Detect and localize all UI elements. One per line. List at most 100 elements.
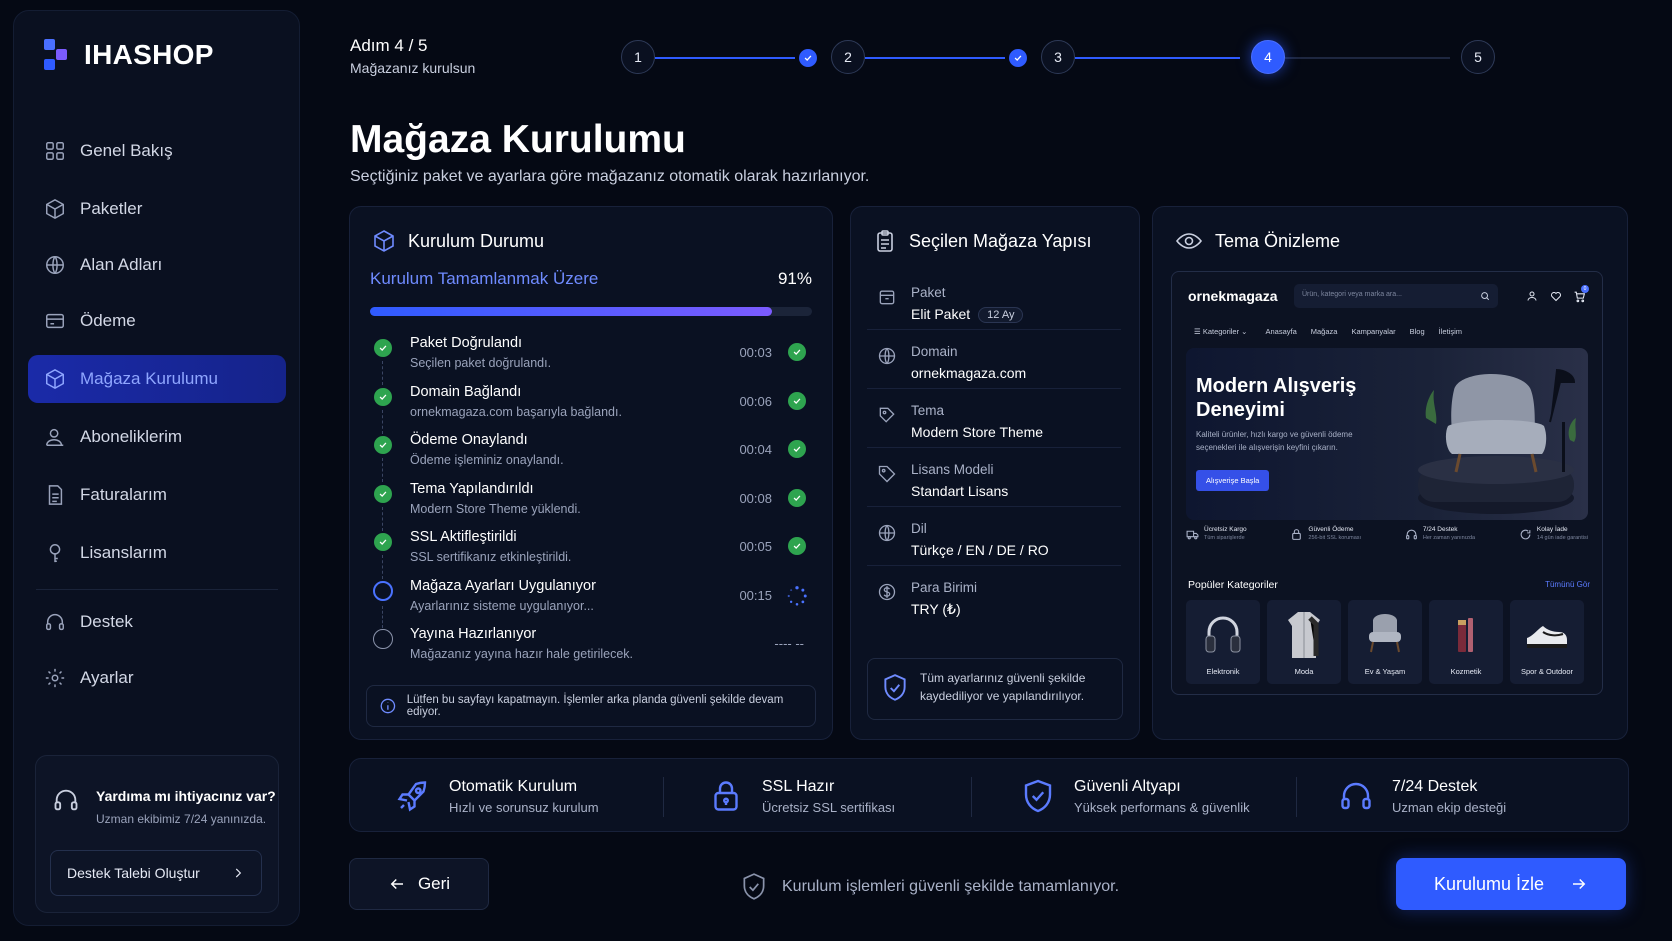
- watch-installation-button[interactable]: Kurulumu İzle: [1396, 858, 1626, 910]
- structure-key: Paket: [911, 285, 946, 300]
- task-title: Domain Bağlandı: [410, 383, 522, 400]
- step-1[interactable]: 1: [621, 40, 655, 74]
- headset-icon: [1341, 782, 1371, 810]
- security-note: Kurulum işlemleri güvenli şekilde tamaml…: [740, 872, 1119, 902]
- button-label: Destek Talebi Oluştur: [67, 865, 200, 881]
- sidebar-item-paketler[interactable]: Paketler: [28, 185, 286, 233]
- step-5[interactable]: 5: [1461, 40, 1495, 74]
- step-2[interactable]: 2: [831, 40, 865, 74]
- task-subtitle: Seçilen paket doğrulandı.: [410, 356, 552, 370]
- strip-divider: [971, 777, 972, 817]
- sidebar-item-genel-bakis[interactable]: Genel Bakış: [28, 127, 286, 175]
- feature-item: Otomatik Kurulum Hızlı ve sorunsuz kurulu…: [395, 759, 599, 833]
- preview-category: Kozmetik: [1429, 600, 1503, 684]
- brand-logo[interactable]: IHASHOP: [42, 37, 214, 73]
- progress-fill: [370, 307, 773, 316]
- sidebar-item-lisanslarim[interactable]: Lisanslarım: [28, 529, 286, 577]
- step-sublabel: Mağazanız kurulsun: [350, 60, 476, 76]
- in-progress-icon: [373, 580, 393, 601]
- sidebar-item-ayarlar[interactable]: Ayarlar: [28, 654, 286, 702]
- structure-value: ornekmagaza.com: [911, 365, 1027, 381]
- lock-icon: [1292, 529, 1302, 540]
- structure-key: Domain: [911, 344, 958, 359]
- feature-title: SSL Hazır: [762, 777, 835, 795]
- step-3[interactable]: 3: [1041, 40, 1075, 74]
- sidebar-item-alan-adlari[interactable]: Alan Adları: [28, 241, 286, 289]
- heart-icon: [1551, 292, 1561, 302]
- headset-icon: [54, 789, 78, 811]
- headset-icon: [46, 614, 64, 631]
- sidebar-item-aboneliklerim[interactable]: Aboneliklerim: [28, 413, 286, 461]
- sidebar-item-label: Aboneliklerim: [80, 427, 183, 446]
- structure-key: Para Birimi: [911, 580, 978, 595]
- info-icon: [380, 698, 396, 714]
- structure-item-language: Dil Türkçe / EN / DE / RO: [867, 507, 1121, 566]
- sidebar-nav: Genel Bakış Paketler Alan Adları Ödeme M…: [28, 127, 286, 702]
- task-subtitle: Ödeme işleminiz onaylandı.: [410, 453, 564, 467]
- structure-item-domain: Domain ornekmagaza.com: [867, 330, 1121, 389]
- preview-features: Ücretsiz Kargo Tüm siparişlerde Güvenli Ö…: [1186, 526, 1588, 541]
- sidebar: IHASHOP Genel Bakış Paketler Alan Adları…: [13, 10, 300, 926]
- task-subtitle: Mağazanız yayına hazır hale getirilecek.: [410, 647, 634, 661]
- feature-strip: Otomatik Kurulum Hızlı ve sorunsuz kurulu…: [349, 758, 1629, 832]
- language-icon: [878, 524, 896, 542]
- progress-bar: [370, 307, 812, 316]
- sidebar-item-odeme[interactable]: Ödeme: [28, 297, 286, 345]
- preview-category: Elektronik: [1186, 600, 1260, 684]
- task-item: Ödeme Onaylandı Ödeme işleminiz onayland…: [370, 432, 812, 482]
- cosmetics-icon: [1458, 618, 1473, 652]
- feature-title: 7/24 Destek: [1392, 777, 1478, 795]
- task-time: 00:08: [739, 490, 772, 506]
- theme-preview-frame[interactable]: ornekmagaza Ürün, kategori veya marka ar…: [1171, 271, 1603, 695]
- feature-item: Güvenli Altyapı Yüksek performans & güven…: [1020, 759, 1250, 833]
- globe-icon: [878, 347, 896, 365]
- document-icon: [48, 485, 63, 505]
- task-subtitle: Ayarlarınız sisteme uygulanıyor...: [410, 598, 594, 613]
- sidebar-item-faturalarim[interactable]: Faturalarım: [28, 471, 286, 519]
- refresh-icon: [1520, 529, 1531, 540]
- preview-category: Ev & Yaşam: [1348, 600, 1422, 684]
- sidebar-item-label: Ödeme: [80, 311, 136, 330]
- arrow-left-icon: [390, 878, 403, 890]
- structure-value: TRY (₺): [911, 601, 961, 617]
- currency-icon: [878, 583, 896, 601]
- preview-categories-title: Popüler Kategoriler: [1188, 579, 1278, 591]
- users-icon: [46, 428, 64, 446]
- structure-value: Elit Paket: [911, 306, 971, 322]
- chair-icon: [1369, 614, 1401, 653]
- sidebar-item-label: Destek: [80, 612, 133, 631]
- preview-nav-item: ☰ Kategoriler ⌄: [1194, 327, 1248, 336]
- task-title: SSL Aktifleştirildi: [410, 529, 517, 545]
- user-icon: [1527, 291, 1537, 301]
- sidebar-item-magaza-kurulumu[interactable]: Mağaza Kurulumu: [28, 355, 286, 403]
- structure-key: Tema: [911, 403, 945, 418]
- step-4[interactable]: 4: [1251, 40, 1285, 74]
- sidebar-item-destek[interactable]: Destek: [28, 598, 286, 646]
- theme-preview-panel: Tema Önizleme ornekmagaza Ürün, kategori…: [1152, 206, 1628, 740]
- coat-icon: [1288, 612, 1320, 658]
- tag-icon: [878, 465, 896, 483]
- install-status-panel: Kurulum Durumu Kurulum Tamamlanmak Üzere…: [349, 206, 833, 740]
- preview-hero-text: Kaliteli ürünler, hızlı kargo ve güvenli…: [1196, 430, 1353, 452]
- structure-value: Standart Lisans: [911, 483, 1009, 499]
- done-icon: [374, 533, 392, 551]
- sidebar-item-label: Paketler: [80, 199, 143, 218]
- task-item: Mağaza Ayarları Uygulanıyor Ayarlarınız …: [370, 578, 812, 628]
- task-time: 00:15: [739, 587, 772, 603]
- progress-label: Kurulum Tamamlanmak Üzere: [370, 269, 599, 288]
- rocket-icon: [397, 781, 427, 812]
- back-button[interactable]: Geri: [349, 858, 489, 910]
- help-card: Yardıma mı ihtiyacınız var? Uzman ekibim…: [35, 755, 279, 913]
- preview-feature: Kolay İade 14 gün iade garantisi: [1519, 526, 1588, 541]
- step-label: Adım 4 / 5: [350, 36, 428, 55]
- sidebar-item-label: Genel Bakış: [80, 141, 173, 160]
- task-title: Tema Yapılandırıldı: [410, 480, 534, 497]
- task-time: 00:06: [739, 393, 772, 409]
- brand-name: IHASHOP: [84, 39, 214, 70]
- page-title: Mağaza Kurulumu: [350, 118, 686, 161]
- check-icon: [799, 49, 817, 67]
- gear-icon: [45, 668, 65, 688]
- create-support-ticket-button[interactable]: Destek Talebi Oluştur: [50, 850, 262, 896]
- button-label: Geri: [417, 874, 451, 893]
- task-item: Yayına Hazırlanıyor Mağazanız yayına haz…: [370, 626, 812, 675]
